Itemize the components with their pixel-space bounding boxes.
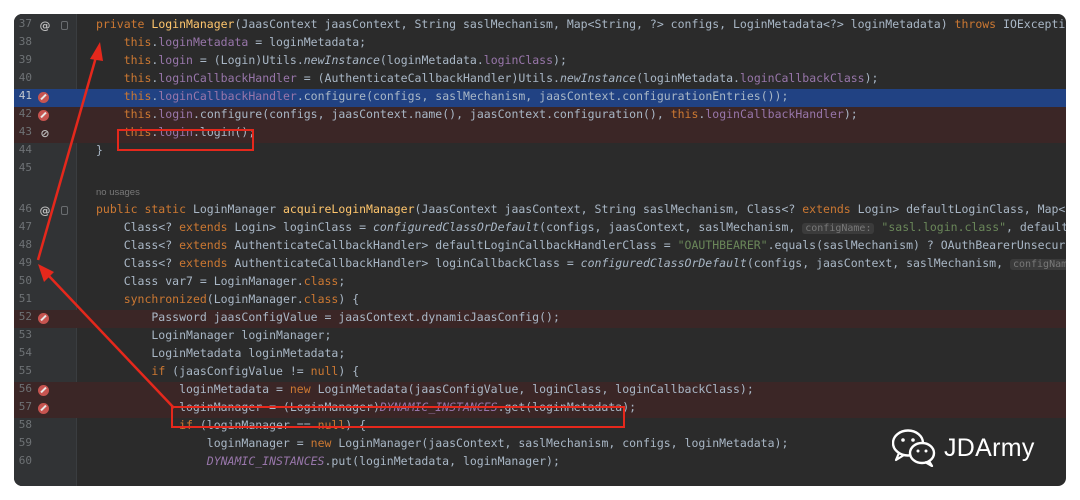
arrow-up-head — [90, 42, 103, 61]
annotation-arrows — [36, 42, 175, 409]
watermark-text: JDArmy — [944, 433, 1035, 462]
wechat-icon — [892, 429, 936, 467]
arrow-down-line — [47, 274, 175, 409]
code-editor[interactable]: 37 @ private LoginManager(JaasContext jaas… — [14, 14, 1066, 486]
watermark: JDArmy — [892, 428, 1035, 468]
arrow-up-line — [36, 56, 98, 261]
